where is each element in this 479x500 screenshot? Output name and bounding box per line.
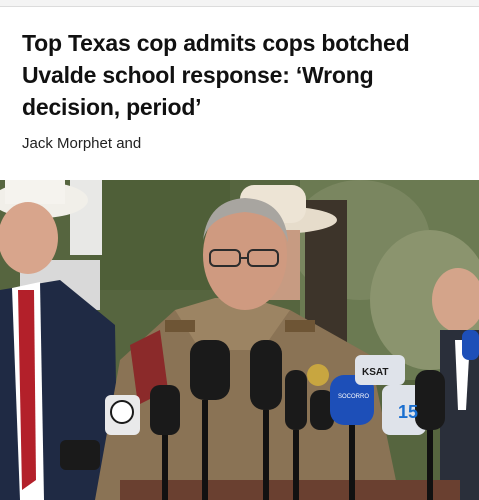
article-byline[interactable]: Jack Morphet and (22, 135, 141, 152)
article-headline: Top Texas cop admits cops botched Uvalde… (22, 30, 410, 120)
svg-text:15: 15 (398, 402, 418, 422)
svg-text:KSAT: KSAT (362, 367, 388, 378)
svg-text:SOCORRO: SOCORRO (338, 394, 369, 400)
top-bar (0, 0, 479, 7)
article-photo: 15 SOCORRO KSAT (0, 180, 479, 500)
